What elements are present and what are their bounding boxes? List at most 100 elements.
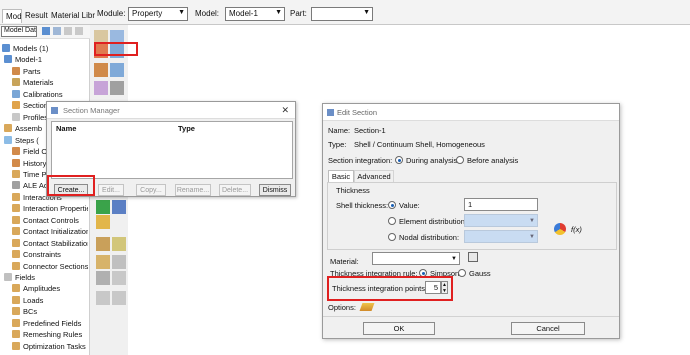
rule-gauss-option[interactable]: Gauss <box>458 269 491 278</box>
tree-item-label: BCs <box>23 307 38 317</box>
tree-selector[interactable]: Model Dat <box>1 26 37 37</box>
options-icon[interactable] <box>359 303 375 311</box>
tree-copy-icon[interactable] <box>53 27 61 35</box>
section-assignment-manager-icon[interactable] <box>110 63 124 77</box>
tree-item-label: ALE Ad <box>23 181 49 191</box>
axis-icon[interactable] <box>112 291 126 305</box>
part-select[interactable]: ▼ <box>311 7 373 21</box>
chevron-down-icon: ▼ <box>178 9 185 16</box>
type-label: Type: <box>328 140 347 149</box>
grid-icon[interactable] <box>96 215 110 229</box>
copy-button[interactable]: Copy... <box>136 184 166 196</box>
element-distribution-option[interactable]: Element distribution: <box>388 217 467 226</box>
integration-before-option[interactable]: Before analysis <box>456 156 518 165</box>
tree-node-icon <box>12 66 20 75</box>
axis-icon[interactable] <box>112 271 126 285</box>
fx-label: f(x) <box>571 225 582 234</box>
tree-item[interactable]: Contact Stabilization <box>12 238 88 249</box>
tab-material-library[interactable]: Material Libr <box>48 9 95 23</box>
model-select[interactable]: Model-1 ▼ <box>225 7 285 21</box>
tree-item[interactable]: Optimization Tasks <box>12 341 88 352</box>
color-distribution-icon[interactable] <box>554 223 566 235</box>
tab-model[interactable]: Model <box>2 9 22 23</box>
tree-node-icon <box>12 318 20 327</box>
tree-item[interactable]: Model-1 <box>4 54 88 65</box>
column-header-type: Type <box>178 124 195 133</box>
tree-node-icon <box>12 181 20 190</box>
radio-icon <box>388 233 396 241</box>
partition-icon[interactable] <box>96 237 110 251</box>
partition-icon[interactable] <box>112 255 126 269</box>
tree-filter-icon[interactable] <box>42 27 50 35</box>
tree-node-icon <box>12 215 20 224</box>
nodal-distribution-option[interactable]: Nodal distribution: <box>388 233 459 242</box>
integration-during-option[interactable]: During analysis <box>395 156 457 165</box>
ok-button[interactable]: OK <box>363 322 435 335</box>
tree-item[interactable]: Constraints <box>12 249 88 260</box>
dismiss-button[interactable]: Dismiss <box>259 184 291 196</box>
tree-item[interactable]: Contact Initialization <box>12 226 88 237</box>
chevron-down-icon: ▼ <box>529 234 535 240</box>
cancel-button[interactable]: Cancel <box>511 322 585 335</box>
tree-item-label: Predefined Fields <box>23 318 82 328</box>
tree-item[interactable]: Loads <box>12 295 88 306</box>
partition-icon[interactable] <box>96 255 110 269</box>
name-label: Name: <box>328 126 351 135</box>
section-list[interactable]: Name Type <box>51 121 293 179</box>
option-label: Gauss <box>469 269 491 278</box>
element-distribution-select[interactable]: ▼ <box>464 214 538 227</box>
value-option[interactable]: Value: <box>388 201 420 210</box>
tree-node-icon <box>4 55 12 64</box>
tree-node-icon <box>12 101 20 110</box>
rename-button[interactable]: Rename... <box>175 184 211 196</box>
dialog-titlebar[interactable]: Section Manager ✕ <box>47 102 295 119</box>
material-select[interactable]: ▼ <box>372 252 460 265</box>
chevron-down-icon: ▼ <box>529 218 535 224</box>
tab-basic[interactable]: Basic <box>328 170 354 182</box>
tree-node-icon <box>12 295 20 304</box>
option-label: Before analysis <box>467 156 519 165</box>
tab-advanced[interactable]: Advanced <box>354 170 394 182</box>
delete-button[interactable]: Delete... <box>219 184 251 196</box>
thickness-group-title: Thickness <box>336 186 370 195</box>
radio-selected-icon <box>388 201 396 209</box>
partition-icon[interactable] <box>112 237 126 251</box>
tree-item-label: Connector Sections <box>23 261 88 271</box>
tree-node-icon <box>12 341 20 350</box>
tree-collapse-icon[interactable] <box>64 27 72 35</box>
dialog-titlebar[interactable]: Edit Section <box>323 104 619 121</box>
datum-csys-icon[interactable] <box>96 271 110 285</box>
tree-item[interactable]: Predefined Fields <box>12 318 88 329</box>
tool-icon[interactable] <box>94 81 108 95</box>
tool-icon[interactable] <box>110 81 124 95</box>
tree-item[interactable]: BCs <box>12 306 88 317</box>
close-icon[interactable]: ✕ <box>281 102 289 119</box>
tree-item[interactable]: Calibrations <box>12 89 88 100</box>
tab-results[interactable]: Results <box>22 9 48 23</box>
tree-node-icon <box>12 158 20 167</box>
tree-item[interactable]: Connector Sections <box>12 261 88 272</box>
datum-line-icon[interactable] <box>112 200 126 214</box>
tree-item[interactable]: Interaction Properties <box>12 203 88 214</box>
thickness-value-input[interactable]: 1 <box>464 198 538 211</box>
module-value: Property <box>132 9 163 18</box>
nodal-distribution-select[interactable]: ▼ <box>464 230 538 243</box>
tree-item[interactable]: Amplitudes <box>12 283 88 294</box>
tree-item[interactable]: Models (1) <box>2 43 88 54</box>
tree-item-label: Contact Stabilization <box>23 238 88 248</box>
tree-item-label: Materials <box>23 78 54 88</box>
add-icon[interactable] <box>96 200 110 214</box>
material-label: Material: <box>330 257 359 266</box>
tree-item[interactable]: Parts <box>12 66 88 77</box>
tree-item[interactable]: Materials <box>12 77 88 88</box>
edit-button[interactable]: Edit... <box>98 184 124 196</box>
axis-icon[interactable] <box>96 291 110 305</box>
material-manager-icon[interactable] <box>468 252 478 262</box>
tree-item[interactable]: Fields <box>4 272 88 283</box>
tree-item-label: Steps ( <box>15 135 39 145</box>
module-select[interactable]: Property ▼ <box>128 7 188 21</box>
tree-item[interactable]: Contact Controls <box>12 215 88 226</box>
tree-expand-icon[interactable] <box>75 27 83 35</box>
assign-section-icon[interactable] <box>94 63 108 77</box>
tree-item[interactable]: Remeshing Rules <box>12 329 88 340</box>
